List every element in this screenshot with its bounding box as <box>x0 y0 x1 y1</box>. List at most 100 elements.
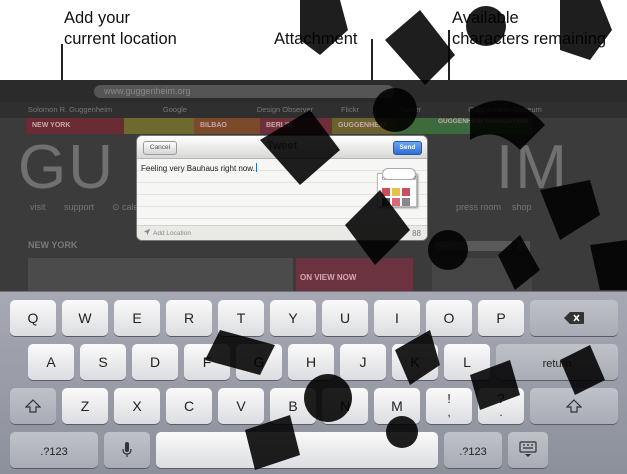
numbers-key-right-label: .?123 <box>459 446 487 458</box>
delete-icon <box>564 310 584 326</box>
key-v[interactable]: V <box>218 388 264 424</box>
key-r[interactable]: R <box>166 300 212 336</box>
nav-visit[interactable]: visit <box>30 202 46 212</box>
callout-attachment-text: Attachment <box>274 30 358 48</box>
callout-characters-remaining: Available characters remaining <box>452 8 606 50</box>
thumb-tile <box>402 198 410 206</box>
hero-label: ON VIEW NOW <box>300 273 357 282</box>
key-exclamation-top: ! <box>447 391 451 406</box>
tweet-text: Feeling very Bauhaus right now. <box>141 163 257 173</box>
hero-image-left <box>28 258 293 292</box>
key-e[interactable]: E <box>114 300 160 336</box>
delete-key[interactable] <box>530 300 618 336</box>
band-venice[interactable] <box>124 118 194 134</box>
attachment-thumbnail[interactable]: GUGGENHEIM <box>374 168 420 208</box>
browser-tab[interactable]: Flickr <box>330 104 370 116</box>
key-f[interactable]: F <box>184 344 230 380</box>
band-berlin[interactable]: BERLIN <box>260 118 332 134</box>
thumb-tile <box>392 198 400 206</box>
key-t[interactable]: T <box>218 300 264 336</box>
text-cursor <box>255 163 257 172</box>
browser-tab[interactable]: Design Observer <box>235 104 335 116</box>
add-location-button[interactable]: Add Location <box>143 228 191 239</box>
shift-key-left[interactable] <box>10 388 56 424</box>
return-key[interactable]: return <box>496 344 618 380</box>
callout-characters-line1: Available <box>452 9 519 27</box>
key-q[interactable]: Q <box>10 300 56 336</box>
key-m[interactable]: M <box>374 388 420 424</box>
browser-tab[interactable]: Guggenheim Museum <box>450 104 560 116</box>
browser-tab[interactable]: Google <box>125 104 225 116</box>
tweet-sheet-footer: Add Location 88 <box>137 225 427 240</box>
key-s[interactable]: S <box>80 344 126 380</box>
page-search-button[interactable] <box>518 241 530 251</box>
numbers-key-right[interactable]: .?123 <box>444 432 502 468</box>
add-location-label: Add Location <box>153 230 191 237</box>
key-question[interactable]: ? . <box>478 388 524 424</box>
key-b[interactable]: B <box>270 388 316 424</box>
onscreen-keyboard: Q W E R T Y U I O P A S D F G H J K L re… <box>0 291 627 474</box>
section-title: NEW YORK <box>28 240 78 250</box>
paperclip-icon <box>382 168 416 180</box>
shift-icon <box>24 398 42 414</box>
guggenheim-logo: GU IM <box>18 132 567 203</box>
nav-shop[interactable]: shop <box>512 202 532 212</box>
shift-icon <box>565 398 583 414</box>
key-c[interactable]: C <box>166 388 212 424</box>
callout-add-location-line2: current location <box>64 30 177 48</box>
numbers-key-left[interactable]: .?123 <box>10 432 98 468</box>
band-guggenheim[interactable]: GUGGENHEIM <box>332 118 396 134</box>
callout-add-location-line1: Add your <box>64 9 131 27</box>
browser-toolbar: www.guggenheim.org <box>0 80 627 102</box>
key-exclamation[interactable]: ! , <box>426 388 472 424</box>
browser-tab[interactable]: Solomon R. Guggenheim <box>20 104 120 116</box>
keyboard-hide-icon <box>519 441 537 458</box>
location-arrow-icon <box>143 228 151 240</box>
key-x[interactable]: X <box>114 388 160 424</box>
microphone-icon <box>122 442 132 458</box>
key-n[interactable]: N <box>322 388 368 424</box>
nav-press-room[interactable]: press room <box>456 202 501 212</box>
callout-attachment: Attachment <box>274 29 357 50</box>
key-o[interactable]: O <box>426 300 472 336</box>
dictation-key[interactable] <box>104 432 150 468</box>
space-bar[interactable] <box>156 432 438 468</box>
callout-add-location: Add your current location <box>64 8 177 50</box>
browser-tab-bar: Solomon R. Guggenheim Google Design Obse… <box>0 102 627 118</box>
send-button[interactable]: Send <box>393 141 422 155</box>
logo-right: IM <box>496 133 569 202</box>
key-exclamation-bottom: , <box>447 405 451 419</box>
url-field[interactable]: www.guggenheim.org <box>94 85 394 98</box>
nav-support[interactable]: support <box>64 202 94 212</box>
key-z[interactable]: Z <box>62 388 108 424</box>
thumb-tile <box>392 188 400 196</box>
key-i[interactable]: I <box>374 300 420 336</box>
key-a[interactable]: A <box>28 344 74 380</box>
thumb-tile <box>402 188 410 196</box>
key-j[interactable]: J <box>340 344 386 380</box>
thumb-tile <box>382 198 390 206</box>
tweet-text-content: Feeling very Bauhaus right now. <box>141 164 255 173</box>
key-d[interactable]: D <box>132 344 178 380</box>
key-l[interactable]: L <box>444 344 490 380</box>
key-y[interactable]: Y <box>270 300 316 336</box>
page-search-field[interactable]: Search <box>434 241 512 251</box>
key-u[interactable]: U <box>322 300 368 336</box>
band-abu-dhabi[interactable] <box>396 118 432 134</box>
browser-tab[interactable]: Twitter <box>375 104 445 116</box>
shift-key-right[interactable] <box>530 388 618 424</box>
band-bilbao[interactable]: BILBAO <box>194 118 260 134</box>
hide-keyboard-key[interactable] <box>508 432 548 468</box>
tweet-title: Tweet <box>266 140 298 152</box>
hero-image-right <box>432 258 532 292</box>
callout-characters-line2: characters remaining <box>452 30 607 48</box>
key-w[interactable]: W <box>62 300 108 336</box>
key-g[interactable]: G <box>236 344 282 380</box>
cancel-button[interactable]: Cancel <box>143 141 177 155</box>
key-h[interactable]: H <box>288 344 334 380</box>
key-k[interactable]: K <box>392 344 438 380</box>
key-question-top: ? <box>497 391 505 406</box>
key-p[interactable]: P <box>478 300 524 336</box>
numbers-key-left-label: .?123 <box>40 446 68 458</box>
logo-left: GU <box>18 133 115 202</box>
